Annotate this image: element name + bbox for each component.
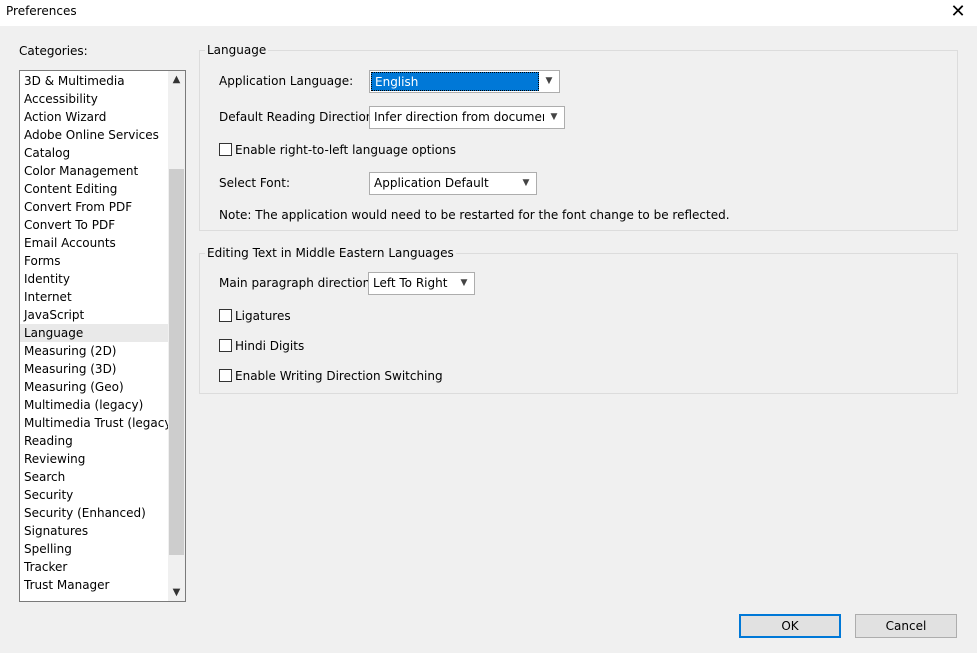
select-font-label: Select Font: <box>219 176 291 190</box>
app-language-label: Application Language: <box>219 74 354 88</box>
category-item[interactable]: Security (Enhanced) <box>20 504 168 522</box>
cancel-button[interactable]: Cancel <box>855 614 957 638</box>
category-item[interactable]: 3D & Multimedia <box>20 72 168 90</box>
category-item[interactable]: Adobe Online Services <box>20 126 168 144</box>
category-item[interactable]: Reading <box>20 432 168 450</box>
category-item[interactable]: JavaScript <box>20 306 168 324</box>
chevron-down-icon: ▼ <box>550 112 558 122</box>
category-item[interactable]: Identity <box>20 270 168 288</box>
categories-list[interactable]: 3D & Multimedia Accessibility Action Wizar… <box>19 70 186 602</box>
paragraph-direction-select[interactable]: Left To Right ▼ <box>368 272 475 295</box>
category-item[interactable]: Language <box>20 324 168 342</box>
close-icon[interactable]: ✕ <box>947 1 969 23</box>
category-item[interactable]: Measuring (3D) <box>20 360 168 378</box>
categories-items: 3D & Multimedia Accessibility Action Wizar… <box>20 72 176 594</box>
category-item[interactable]: Action Wizard <box>20 108 168 126</box>
category-item[interactable]: Convert From PDF <box>20 198 168 216</box>
category-item[interactable]: Accessibility <box>20 90 168 108</box>
category-item[interactable]: Trust Manager <box>20 576 168 594</box>
category-item[interactable]: Search <box>20 468 168 486</box>
category-item[interactable]: Internet <box>20 288 168 306</box>
scroll-thumb[interactable] <box>169 169 184 555</box>
reading-direction-value: Infer direction from document <box>374 110 544 124</box>
scroll-down-icon[interactable]: ▼ <box>168 584 185 601</box>
category-item[interactable]: Tracker <box>20 558 168 576</box>
select-font-value: Application Default <box>374 176 489 190</box>
categories-label: Categories: <box>19 44 88 58</box>
chevron-down-icon: ▼ <box>522 178 530 188</box>
hindi-digits-label[interactable]: Hindi Digits <box>235 339 304 353</box>
category-item[interactable]: Security <box>20 486 168 504</box>
category-item[interactable]: Catalog <box>20 144 168 162</box>
title-bar: Preferences ✕ <box>0 0 977 26</box>
reading-direction-label: Default Reading Direction: <box>219 110 378 124</box>
category-item[interactable]: Spelling <box>20 540 168 558</box>
category-item[interactable]: Convert To PDF <box>20 216 168 234</box>
select-font-select[interactable]: Application Default ▼ <box>369 172 537 195</box>
category-item[interactable]: Forms <box>20 252 168 270</box>
paragraph-direction-label: Main paragraph direction: <box>219 276 375 290</box>
editing-group-title: Editing Text in Middle Eastern Languages <box>205 246 456 260</box>
category-item[interactable]: Multimedia Trust (legacy) <box>20 414 176 432</box>
category-item[interactable]: Measuring (2D) <box>20 342 168 360</box>
app-language-value: English <box>371 72 539 91</box>
window-title: Preferences <box>6 4 77 18</box>
category-item[interactable]: Signatures <box>20 522 168 540</box>
category-item[interactable]: Measuring (Geo) <box>20 378 168 396</box>
rtl-checkbox-label[interactable]: Enable right-to-left language options <box>235 143 456 157</box>
category-item[interactable]: Reviewing <box>20 450 168 468</box>
app-language-select[interactable]: English ▼ <box>369 70 560 93</box>
ligatures-label[interactable]: Ligatures <box>235 309 291 323</box>
hindi-digits-checkbox[interactable] <box>219 339 232 352</box>
writing-direction-checkbox[interactable] <box>219 369 232 382</box>
font-note: Note: The application would need to be r… <box>219 208 730 222</box>
writing-direction-label[interactable]: Enable Writing Direction Switching <box>235 369 443 383</box>
category-item[interactable]: Color Management <box>20 162 168 180</box>
categories-scrollbar[interactable]: ▲ ▼ <box>168 71 185 601</box>
ok-button[interactable]: OK <box>739 614 841 638</box>
reading-direction-select[interactable]: Infer direction from document ▼ <box>369 106 565 129</box>
chevron-down-icon: ▼ <box>545 76 553 86</box>
category-item[interactable]: Email Accounts <box>20 234 168 252</box>
ligatures-checkbox[interactable] <box>219 309 232 322</box>
chevron-down-icon: ▼ <box>460 278 468 288</box>
rtl-checkbox[interactable] <box>219 143 232 156</box>
language-group-title: Language <box>205 43 269 57</box>
scroll-up-icon[interactable]: ▲ <box>168 71 185 88</box>
category-item[interactable]: Content Editing <box>20 180 168 198</box>
category-item[interactable]: Multimedia (legacy) <box>20 396 168 414</box>
paragraph-direction-value: Left To Right <box>373 276 448 290</box>
